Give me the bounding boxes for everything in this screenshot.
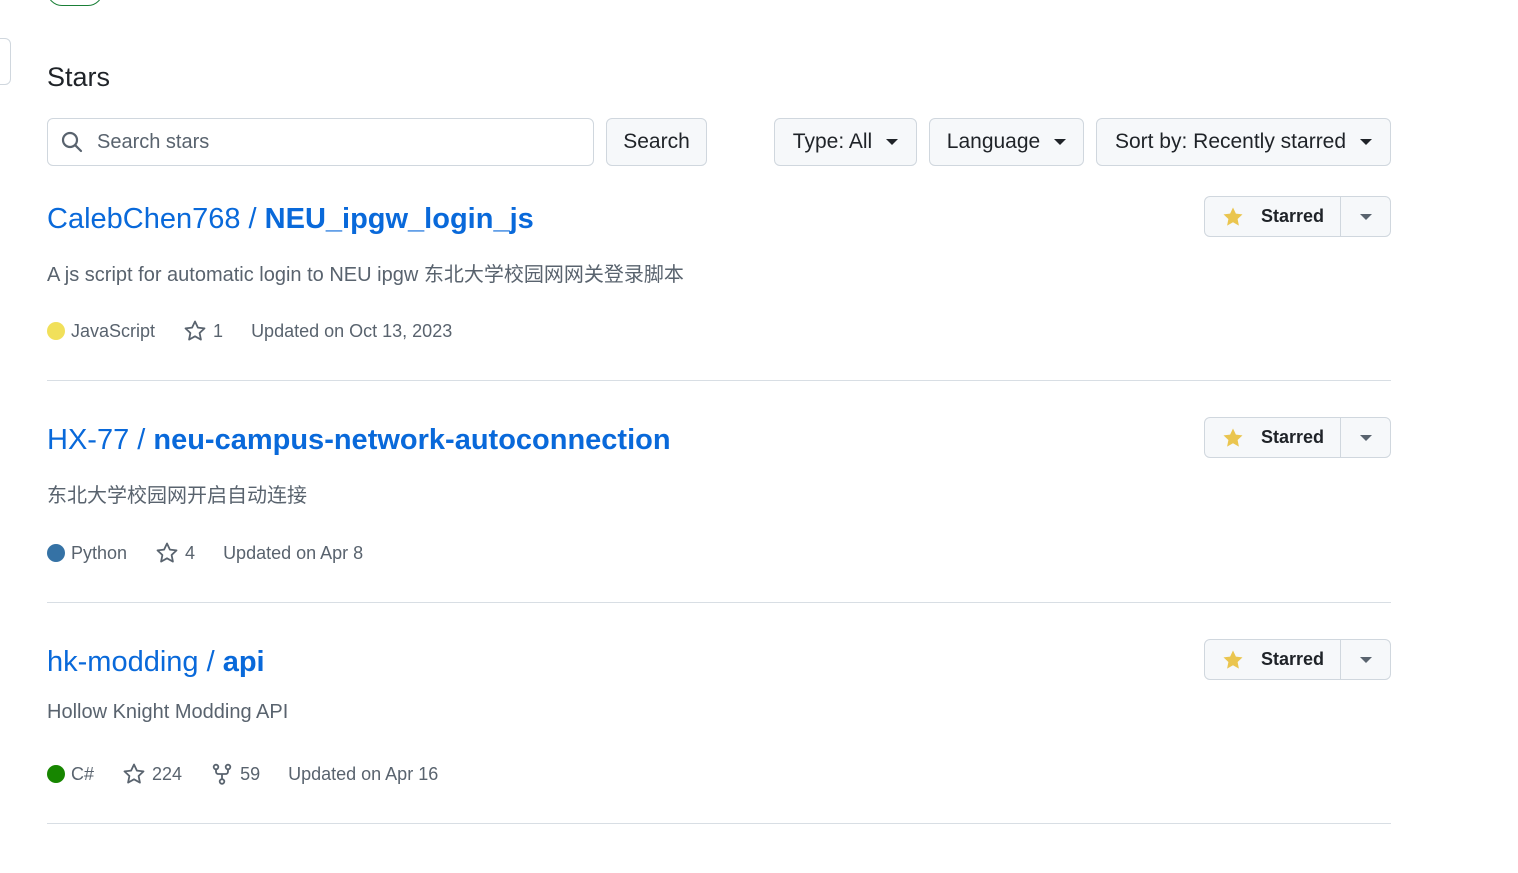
language-color-dot [47, 765, 65, 783]
repo-updated: Updated on Apr 8 [223, 542, 364, 563]
repo-meta: JavaScript 1 Updated on Oct 13, 2023 [47, 319, 480, 343]
repo-language: C# [47, 764, 94, 785]
repo-link[interactable]: HX-77 / neu-campus-network-autoconnectio… [47, 424, 671, 457]
chevron-down-icon [1054, 139, 1067, 145]
language-color-dot [47, 322, 65, 340]
repo-separator: / [198, 646, 223, 678]
fork-icon [212, 763, 232, 785]
star-filled-icon [1223, 207, 1243, 226]
language-label: JavaScript [71, 320, 156, 341]
language-filter-label: Language [946, 130, 1041, 153]
star-count: 224 [152, 763, 183, 784]
repo-owner: hk-modding [47, 646, 199, 678]
search-input-wrapper[interactable] [47, 118, 594, 166]
star-list-dropdown-button[interactable] [1341, 418, 1390, 457]
starred-button-group: Starred [1204, 639, 1391, 680]
page-title: Stars [47, 62, 111, 92]
divider [47, 823, 1391, 824]
chevron-down-icon [886, 139, 899, 145]
repo-meta: Python 4 Updated on Apr 8 [47, 541, 391, 565]
repo-stargazers-link[interactable]: 4 [155, 541, 195, 565]
fork-count: 59 [240, 763, 261, 784]
search-button-label: Search [623, 130, 690, 153]
repo-meta: C# 224 59 Updated on Apr 16 [47, 762, 466, 786]
chevron-down-icon [1359, 213, 1372, 220]
repo-updated: Updated on Apr 16 [288, 763, 439, 784]
repo-name: api [222, 646, 265, 678]
language-color-dot [47, 544, 65, 562]
repo-link[interactable]: hk-modding / api [47, 646, 265, 679]
side-panel-tab[interactable] [0, 38, 11, 85]
repo-forks-link[interactable]: 59 [210, 762, 260, 786]
sort-label: Sort by: Recently starred [1114, 130, 1347, 153]
search-input[interactable] [97, 130, 577, 154]
repo-description: A js script for automatic login to NEU i… [47, 264, 684, 286]
star-filled-icon [1223, 428, 1243, 447]
language-filter-dropdown[interactable]: Language [929, 118, 1084, 166]
starred-label: Starred [1261, 649, 1325, 669]
starred-button-group: Starred [1204, 196, 1391, 237]
unstar-button[interactable]: Starred [1205, 197, 1341, 236]
unstar-button[interactable]: Starred [1205, 640, 1341, 679]
star-count: 1 [213, 320, 224, 341]
repo-stargazers-link[interactable]: 1 [183, 319, 223, 343]
star-outline-icon [156, 542, 178, 563]
starred-button-group: Starred [1204, 417, 1391, 458]
star-list-dropdown-button[interactable] [1341, 640, 1390, 679]
divider [47, 380, 1391, 381]
chevron-down-icon [1359, 434, 1372, 441]
repo-language: JavaScript [47, 321, 155, 342]
repo-description: Hollow Knight Modding API [47, 701, 289, 723]
top-tab-pill[interactable] [47, 0, 103, 6]
star-list-dropdown-button[interactable] [1341, 197, 1390, 236]
sort-dropdown[interactable]: Sort by: Recently starred [1096, 118, 1391, 166]
divider [47, 602, 1391, 603]
repo-separator: / [240, 203, 265, 235]
starred-label: Starred [1261, 206, 1325, 226]
type-filter-label: Type: All [792, 130, 873, 153]
type-filter-dropdown[interactable]: Type: All [774, 118, 917, 166]
starred-label: Starred [1261, 427, 1325, 447]
star-outline-icon [123, 763, 145, 784]
star-outline-icon [184, 320, 206, 341]
search-button[interactable]: Search [606, 118, 707, 166]
repo-description: 东北大学校园网开启自动连接 [47, 485, 307, 507]
search-icon [61, 131, 83, 153]
repo-stargazers-link[interactable]: 224 [122, 762, 182, 786]
unstar-button[interactable]: Starred [1205, 418, 1341, 457]
repo-owner: HX-77 [47, 424, 130, 456]
language-label: C# [71, 763, 95, 784]
language-label: Python [71, 542, 128, 563]
repo-link[interactable]: CalebChen768 / NEU_ipgw_login_js [47, 203, 534, 236]
repo-name: NEU_ipgw_login_js [264, 203, 534, 235]
repo-updated: Updated on Oct 13, 2023 [251, 320, 453, 341]
repo-language: Python [47, 543, 127, 564]
repo-owner: CalebChen768 [47, 203, 241, 235]
star-filled-icon [1223, 650, 1243, 669]
star-count: 4 [185, 542, 196, 563]
chevron-down-icon [1359, 656, 1372, 663]
repo-name: neu-campus-network-autoconnection [153, 424, 671, 456]
repo-separator: / [129, 424, 154, 456]
chevron-down-icon [1360, 139, 1373, 145]
